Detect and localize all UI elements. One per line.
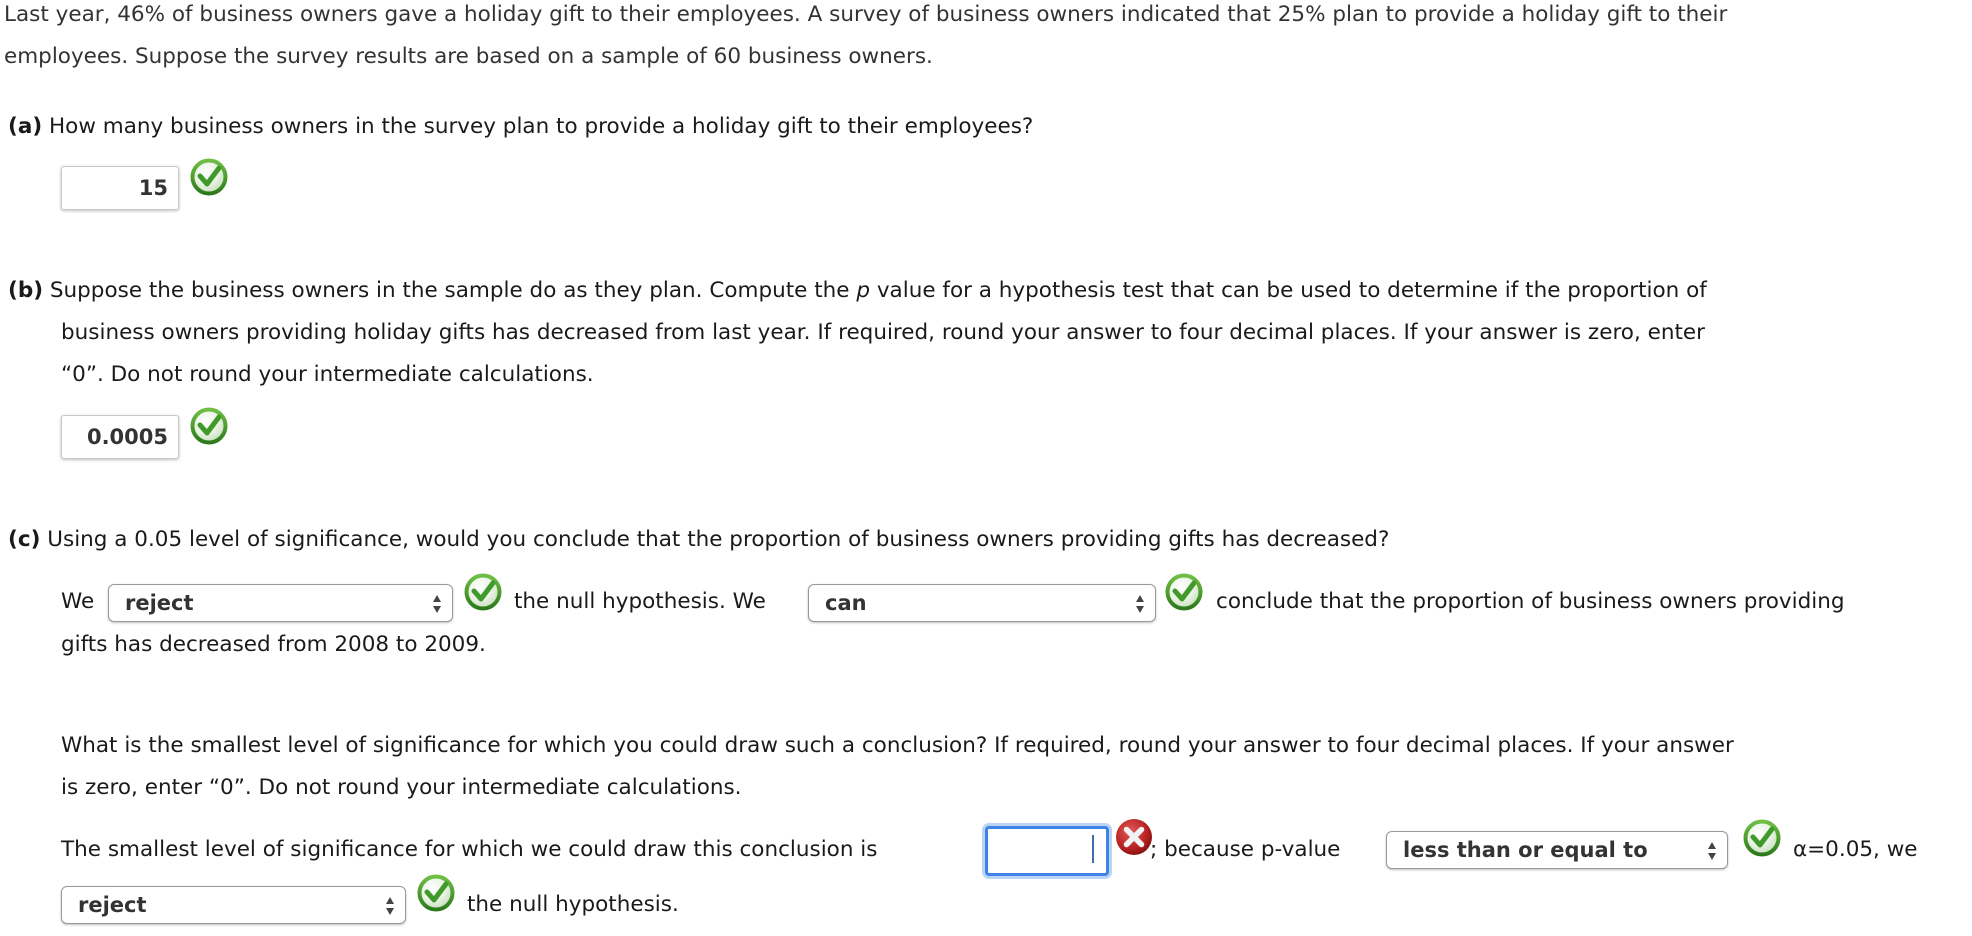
part-b-answer-input[interactable]: 0.0005 — [61, 415, 179, 459]
select-arrows-icon — [432, 594, 442, 614]
null-hypothesis-end-text: the null hypothesis. — [467, 892, 679, 917]
select-arrows-icon — [385, 896, 395, 916]
select-arrows-icon — [1707, 841, 1717, 861]
part-a-label: (a) — [8, 114, 43, 139]
can-conclude-select[interactable]: can — [808, 584, 1156, 622]
part-b-line1-post: value for a hypothesis test that can be … — [870, 278, 1707, 303]
reject-decision-select[interactable]: reject — [108, 584, 453, 622]
part-b-question-line-3: “0”. Do not round your intermediate calc… — [61, 362, 594, 387]
text-caret — [1092, 835, 1094, 863]
check-icon — [189, 157, 229, 197]
part-a-answer-value: 15 — [138, 176, 168, 200]
smallest-level-text: The smallest level of significance for w… — [61, 837, 878, 862]
final-decision-select[interactable]: reject — [61, 886, 406, 924]
check-icon — [463, 572, 503, 612]
x-icon — [1114, 817, 1154, 857]
final-decision-select-value: reject — [78, 893, 147, 917]
check-icon — [416, 873, 456, 913]
part-c-label: (c) — [8, 527, 41, 552]
part-c-question: (c) Using a 0.05 level of significance, … — [8, 527, 1389, 552]
intro-line-2: employees. Suppose the survey results ar… — [4, 44, 933, 69]
conclude-text: conclude that the proportion of business… — [1216, 589, 1845, 614]
part-b-label: (b) — [8, 278, 44, 303]
can-conclude-select-value: can — [825, 591, 867, 615]
part-b-question-line-2: business owners providing holiday gifts … — [61, 320, 1705, 345]
part-a-question-text: How many business owners in the survey p… — [49, 114, 1034, 139]
part-a-question: (a) How many business owners in the surv… — [8, 114, 1033, 139]
followup-line-2: is zero, enter “0”. Do not round your in… — [61, 775, 742, 800]
part-b-line1-pre: Suppose the business owners in the sampl… — [49, 278, 857, 303]
part-b-answer-value: 0.0005 — [86, 425, 168, 449]
reject-decision-select-value: reject — [125, 591, 194, 615]
comparison-select-value: less than or equal to — [1403, 838, 1648, 862]
check-icon — [1164, 572, 1204, 612]
check-icon — [1742, 818, 1782, 858]
intro-line-1: Last year, 46% of business owners gave a… — [4, 2, 1728, 27]
null-hypothesis-we-text: the null hypothesis. We — [514, 589, 766, 614]
because-p-value-text: ; because p-value — [1150, 837, 1341, 862]
conclude-text-line-2: gifts has decreased from 2008 to 2009. — [61, 632, 486, 657]
part-c-question-text: Using a 0.05 level of significance, woul… — [47, 527, 1390, 552]
check-icon — [189, 406, 229, 446]
we-text-1: We — [61, 589, 95, 614]
p-symbol: p — [856, 278, 870, 303]
part-b-question-line-1: (b) Suppose the business owners in the s… — [8, 278, 1707, 303]
comparison-select[interactable]: less than or equal to — [1386, 831, 1728, 869]
smallest-level-answer-input[interactable] — [985, 826, 1109, 876]
part-a-answer-input[interactable]: 15 — [61, 166, 179, 210]
alpha-text: α=0.05, we — [1793, 837, 1918, 862]
select-arrows-icon — [1135, 594, 1145, 614]
followup-line-1: What is the smallest level of significan… — [61, 733, 1734, 758]
